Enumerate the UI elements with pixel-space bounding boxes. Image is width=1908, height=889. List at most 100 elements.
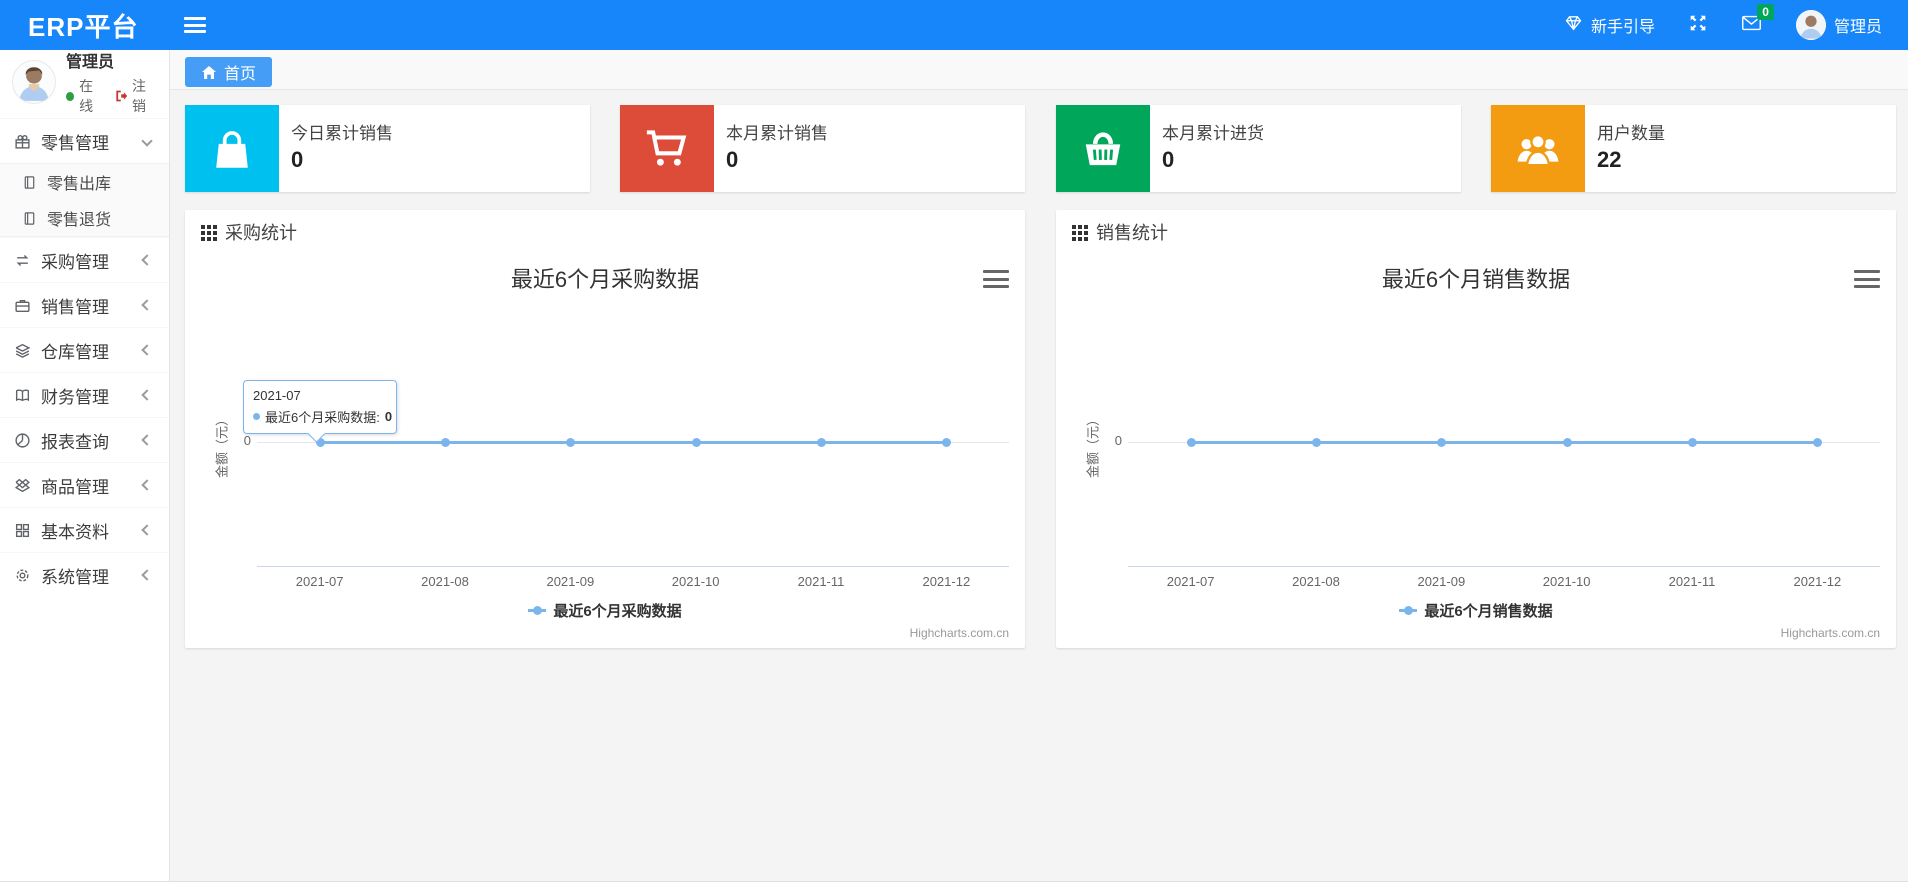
x-axis-tick: 2021-10: [1542, 574, 1591, 589]
legend-marker-icon: [1399, 606, 1418, 615]
x-axis-tick: 2021-11: [797, 574, 845, 589]
legend-item[interactable]: 最近6个月采购数据: [528, 600, 682, 621]
logout-button[interactable]: 注销: [115, 76, 157, 116]
y-axis-tick: 0: [1114, 433, 1122, 448]
data-point[interactable]: [1437, 438, 1447, 447]
sidebar-item-purchase[interactable]: 采购管理: [0, 237, 169, 282]
exchange-icon: [16, 254, 29, 266]
sidebar-username: 管理员: [66, 54, 115, 71]
briefcase-icon: [15, 299, 30, 312]
chevron-left-icon: [141, 389, 153, 401]
sidebar-item-basics[interactable]: 基本资料: [0, 507, 169, 552]
tab-home[interactable]: 首页: [185, 57, 273, 87]
user-menu[interactable]: 管理员: [1795, 10, 1882, 40]
stat-card-label: 用户数量: [1597, 124, 1665, 143]
tab-home-label: 首页: [224, 66, 257, 83]
panel-header: 销售统计: [1056, 210, 1896, 254]
sales-stats-panel: 销售统计 最近6个月销售数据 金额（元） 0 2021-07 2021-08 2…: [1056, 210, 1896, 648]
sales-chart: 最近6个月销售数据 金额（元） 0 2021-07 2021-08 2021-0…: [1056, 254, 1896, 648]
chevron-left-icon: [141, 344, 153, 356]
sidebar-subitem-label: 零售出库: [47, 176, 112, 193]
tooltip-series-label: 最近6个月采购数据:: [265, 410, 380, 425]
users-icon: [1491, 105, 1585, 192]
data-point[interactable]: [566, 438, 576, 447]
highcharts-credits-link[interactable]: Highcharts.com.cn: [1781, 626, 1880, 640]
data-point[interactable]: [441, 438, 450, 447]
guide-label: 新手引导: [1590, 19, 1655, 36]
x-axis-tick: 2021-07: [295, 574, 344, 589]
grid-icon: [15, 523, 30, 537]
stat-card-value: 0: [726, 147, 739, 172]
data-point[interactable]: [691, 438, 701, 447]
sidebar-item-system[interactable]: 系统管理: [0, 552, 169, 597]
chevron-down-icon: [141, 135, 153, 147]
data-point[interactable]: [817, 438, 826, 447]
stat-card-month-purchase[interactable]: 本月累计进货 0: [1056, 105, 1461, 192]
sidebar-item-finance[interactable]: 财务管理: [0, 372, 169, 417]
sidebar-item-retail[interactable]: 零售管理: [0, 118, 169, 163]
gear-icon: [16, 568, 29, 582]
logout-label: 注销: [131, 78, 146, 114]
gift-icon: [15, 134, 30, 149]
messages-button[interactable]: 0: [1741, 3, 1774, 37]
purchase-chart: 最近6个月采购数据 金额（元） 0 2021-07 2021-08 2021-0…: [185, 254, 1025, 648]
stat-card-value: 22: [1597, 147, 1622, 172]
chevron-left-icon: [141, 479, 153, 491]
sidebar-item-label: 基本资料: [41, 522, 109, 542]
sidebar-avatar: [12, 60, 56, 104]
book-icon: [15, 389, 30, 401]
x-axis-tick: 2021-08: [421, 574, 469, 589]
sidebar-item-reports[interactable]: 报表查询: [0, 417, 169, 462]
x-axis-labels: 2021-07 2021-08 2021-09 2021-10 2021-11 …: [257, 574, 1009, 592]
data-point[interactable]: [1186, 438, 1196, 447]
highcharts-credits-link[interactable]: Highcharts.com.cn: [910, 626, 1009, 640]
layers-icon: [15, 343, 31, 358]
stat-card-label: 本月累计销售: [726, 124, 828, 143]
sidebar-item-label: 仓库管理: [41, 342, 109, 362]
stat-card-label: 本月累计进货: [1162, 124, 1264, 143]
data-point[interactable]: [1688, 438, 1697, 447]
sidebar-user-panel: 管理员 在线 注销: [0, 50, 169, 114]
app-logo[interactable]: ERP平台: [0, 7, 138, 44]
sidebar-item-retail-outbound[interactable]: 零售出库: [0, 164, 169, 200]
data-point[interactable]: [1312, 438, 1321, 447]
gem-icon: [1564, 14, 1583, 37]
sidebar-item-goods[interactable]: 商品管理: [0, 462, 169, 507]
tooltip-value: 0: [384, 409, 393, 424]
chevron-left-icon: [141, 254, 153, 266]
guide-button[interactable]: 新手引导: [1564, 13, 1655, 37]
y-axis-tick: 0: [243, 433, 251, 448]
stat-card-month-sales[interactable]: 本月累计销售 0: [620, 105, 1025, 192]
sidebar-item-retail-return[interactable]: 零售退货: [0, 200, 169, 236]
chevron-left-icon: [141, 569, 153, 581]
panel-title: 采购统计: [225, 223, 297, 243]
x-axis-tick: 2021-08: [1292, 574, 1340, 589]
series-line: [1190, 441, 1818, 444]
data-point[interactable]: [1813, 438, 1823, 447]
data-point[interactable]: [942, 438, 952, 447]
x-axis-labels: 2021-07 2021-08 2021-09 2021-10 2021-11 …: [1128, 574, 1880, 592]
sidebar: 管理员 在线 注销 零售管理 零售出库 零售退货 采购管理 销售管理 仓库管理 …: [0, 50, 170, 881]
sidebar-item-sales[interactable]: 销售管理: [0, 282, 169, 327]
plot-area: [1128, 254, 1880, 567]
stat-card-user-count[interactable]: 用户数量 22: [1491, 105, 1896, 192]
sidebar-item-label: 零售管理: [41, 133, 109, 153]
page-footer: [0, 881, 1908, 889]
legend-item[interactable]: 最近6个月销售数据: [1399, 600, 1553, 621]
fullscreen-button[interactable]: [1689, 14, 1707, 37]
stat-card-today-sales[interactable]: 今日累计销售 0: [185, 105, 590, 192]
data-point[interactable]: [1562, 438, 1572, 447]
home-icon: [202, 65, 216, 79]
x-axis-tick: 2021-09: [546, 574, 595, 589]
legend-marker-icon: [528, 606, 547, 615]
x-axis-tick: 2021-09: [1417, 574, 1466, 589]
sidebar-toggle-icon[interactable]: [184, 17, 207, 33]
stat-card-value: 0: [1162, 147, 1175, 172]
sidebar-item-warehouse[interactable]: 仓库管理: [0, 327, 169, 372]
cube-icon: [14, 478, 31, 492]
chevron-left-icon: [141, 434, 153, 446]
x-axis-tick: 2021-11: [1668, 574, 1716, 589]
file-icon: [24, 175, 35, 189]
series-line: [319, 441, 947, 444]
sidebar-item-label: 销售管理: [41, 297, 109, 317]
